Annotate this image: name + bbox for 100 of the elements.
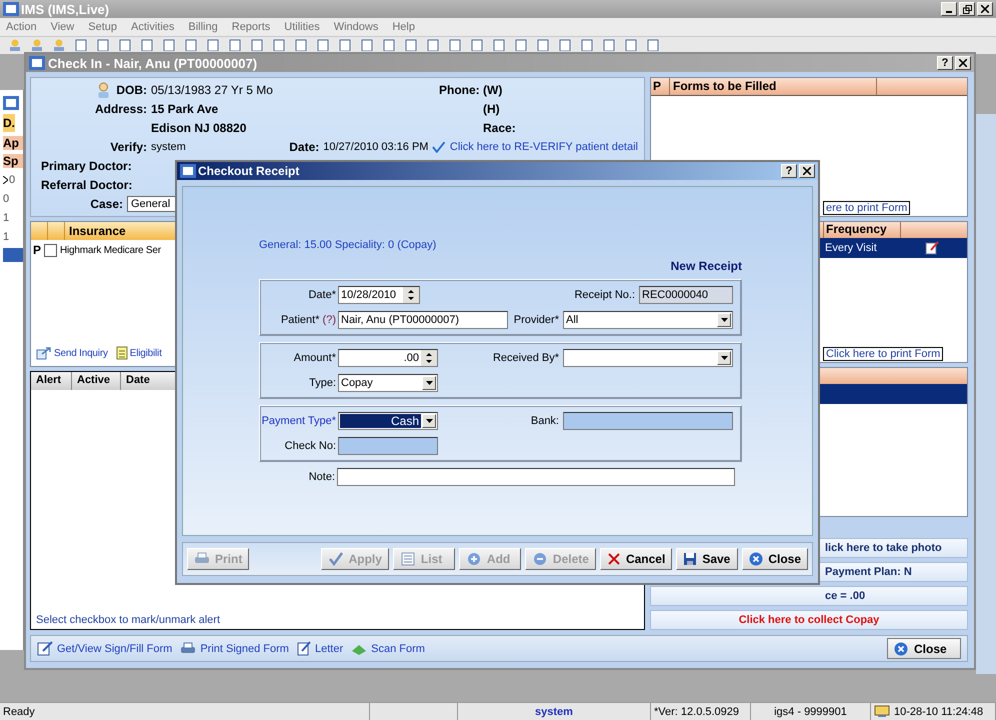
close-icon: [959, 59, 967, 67]
app-title: IMS (IMS,Live): [21, 2, 110, 16]
received-by-dropdown[interactable]: [563, 349, 733, 367]
close-button[interactable]: [977, 2, 993, 16]
receipt-number-field: REC0000040: [639, 286, 733, 304]
priority-cell: P: [33, 243, 42, 257]
dialog-button[interactable]: Save: [676, 548, 738, 570]
dialog-title: Checkout Receipt: [198, 164, 300, 178]
table-cell: 0: [9, 174, 16, 186]
app-logo-icon: [3, 96, 19, 110]
toolbar-link[interactable]: Letter: [314, 642, 344, 654]
app-logo-icon: [3, 2, 19, 16]
restore-icon: [962, 4, 972, 14]
help-button[interactable]: ?: [781, 164, 797, 178]
table-cell: 1: [3, 212, 10, 224]
field-value: 05/13/1983 27 Yr 5 Mo: [151, 82, 274, 96]
column-header: Ap: [3, 136, 23, 150]
field-label: Note:: [308, 471, 335, 483]
column-header: Forms to be Filled: [670, 78, 877, 95]
field-label: Provider*: [512, 314, 560, 326]
form-edit-icon: [925, 241, 939, 255]
form-heading: New Receipt: [670, 259, 742, 273]
minimize-button[interactable]: [941, 2, 957, 16]
status-version: *Ver: 12.0.5.0929: [651, 703, 751, 720]
column-header: P: [651, 78, 670, 95]
re-verify-link[interactable]: Click here to RE-VERIFY patient detail: [450, 140, 638, 152]
column-header: Insurance: [68, 223, 127, 240]
field-label: (H): [483, 102, 500, 116]
field-value: 15 Park Ave: [151, 102, 220, 116]
field-label: Received By*: [492, 352, 560, 364]
menu-item[interactable]: Windows: [334, 21, 378, 33]
field-label: Verify:: [109, 140, 147, 154]
eligibility-link[interactable]: Eligibilit: [130, 348, 162, 358]
case-dropdown[interactable]: General: [127, 196, 177, 212]
field-label: Patient* (?): [280, 314, 336, 326]
status-user: system: [458, 703, 651, 720]
menu-item[interactable]: Action: [6, 21, 37, 33]
menu-item[interactable]: Reports: [232, 21, 270, 33]
column-header: Sp: [3, 154, 23, 168]
field-label: Date*: [307, 289, 336, 301]
checkmark-icon: [328, 552, 344, 566]
app-logo-icon: [180, 164, 196, 178]
tab[interactable]: D.: [3, 114, 15, 132]
help-button[interactable]: ?: [937, 56, 953, 70]
close-icon: [981, 5, 989, 13]
close-button[interactable]: [955, 56, 971, 70]
field-label: Payment Type*: [260, 415, 336, 427]
patient-field[interactable]: Nair, Anu (PT00000007): [338, 311, 508, 329]
window-title: Check In - Nair, Anu (PT00000007): [48, 56, 258, 70]
printer-icon: [180, 642, 196, 656]
copay-summary: General: 15.00 Speciality: 0 (Copay): [259, 239, 438, 251]
table-cell: 0: [3, 192, 10, 204]
amount-field[interactable]: .00: [338, 349, 438, 367]
dialog-button[interactable]: Cancel: [600, 548, 672, 570]
document-icon: [116, 346, 128, 360]
toolbar-link[interactable]: Scan Form: [371, 642, 425, 654]
close-icon: [749, 552, 764, 566]
spinner-arrows-icon[interactable]: [421, 350, 437, 366]
note-field[interactable]: [337, 468, 735, 486]
menu-item[interactable]: Activities: [130, 21, 174, 33]
send-inquiry-link[interactable]: Send Inquiry: [54, 348, 108, 358]
toolbar-link[interactable]: Get/View Sign/Fill Form: [57, 642, 172, 654]
field-label: Referral Doctor:: [40, 178, 134, 192]
collect-copay-button[interactable]: Click here to collect Copay: [650, 610, 968, 630]
field-label: Address:: [94, 102, 147, 116]
date-field[interactable]: 10/28/2010: [338, 286, 420, 304]
menu-item[interactable]: Billing: [188, 21, 218, 33]
print-form-link[interactable]: ere to print Form: [823, 201, 910, 215]
status-clock: 10-28-10 11:24:48: [894, 706, 984, 718]
field-label: Type:: [308, 377, 336, 389]
dialog-button[interactable]: Close: [742, 548, 808, 570]
pencil-form-icon: [37, 641, 53, 656]
menu-item[interactable]: Setup: [88, 21, 117, 33]
close-button[interactable]: Close: [887, 638, 961, 659]
payment-type-dropdown[interactable]: Cash: [338, 412, 438, 430]
type-dropdown[interactable]: Copay: [338, 374, 438, 392]
table-cell: 1: [3, 230, 10, 242]
menu-item[interactable]: View: [50, 21, 74, 33]
field-value: system: [151, 140, 187, 152]
print-form-link[interactable]: Click here to print Form: [823, 347, 944, 361]
status-site: igs4 - 9999901: [751, 703, 871, 720]
menu-item[interactable]: Help: [392, 21, 415, 33]
field-label: Race:: [483, 120, 516, 134]
column-header: Alert: [31, 372, 72, 390]
field-label: DOB:: [116, 82, 147, 96]
close-icon: [803, 167, 811, 175]
field-label: Primary Doctor:: [40, 158, 133, 172]
toolbar-link[interactable]: Print Signed Form: [200, 642, 289, 654]
status-message: Ready: [0, 703, 370, 720]
spinner-arrows-icon[interactable]: [403, 287, 419, 303]
restore-button[interactable]: [959, 2, 975, 16]
provider-dropdown[interactable]: All: [563, 311, 733, 329]
letter-edit-icon: [296, 641, 311, 656]
field-label: Bank:: [530, 415, 560, 427]
close-button[interactable]: [799, 164, 815, 178]
close-icon: [894, 642, 908, 656]
checkmark-icon: [432, 140, 446, 152]
menu-item[interactable]: Utilities: [284, 21, 320, 33]
checkbox[interactable]: [44, 244, 58, 256]
minus-icon: [532, 552, 548, 566]
